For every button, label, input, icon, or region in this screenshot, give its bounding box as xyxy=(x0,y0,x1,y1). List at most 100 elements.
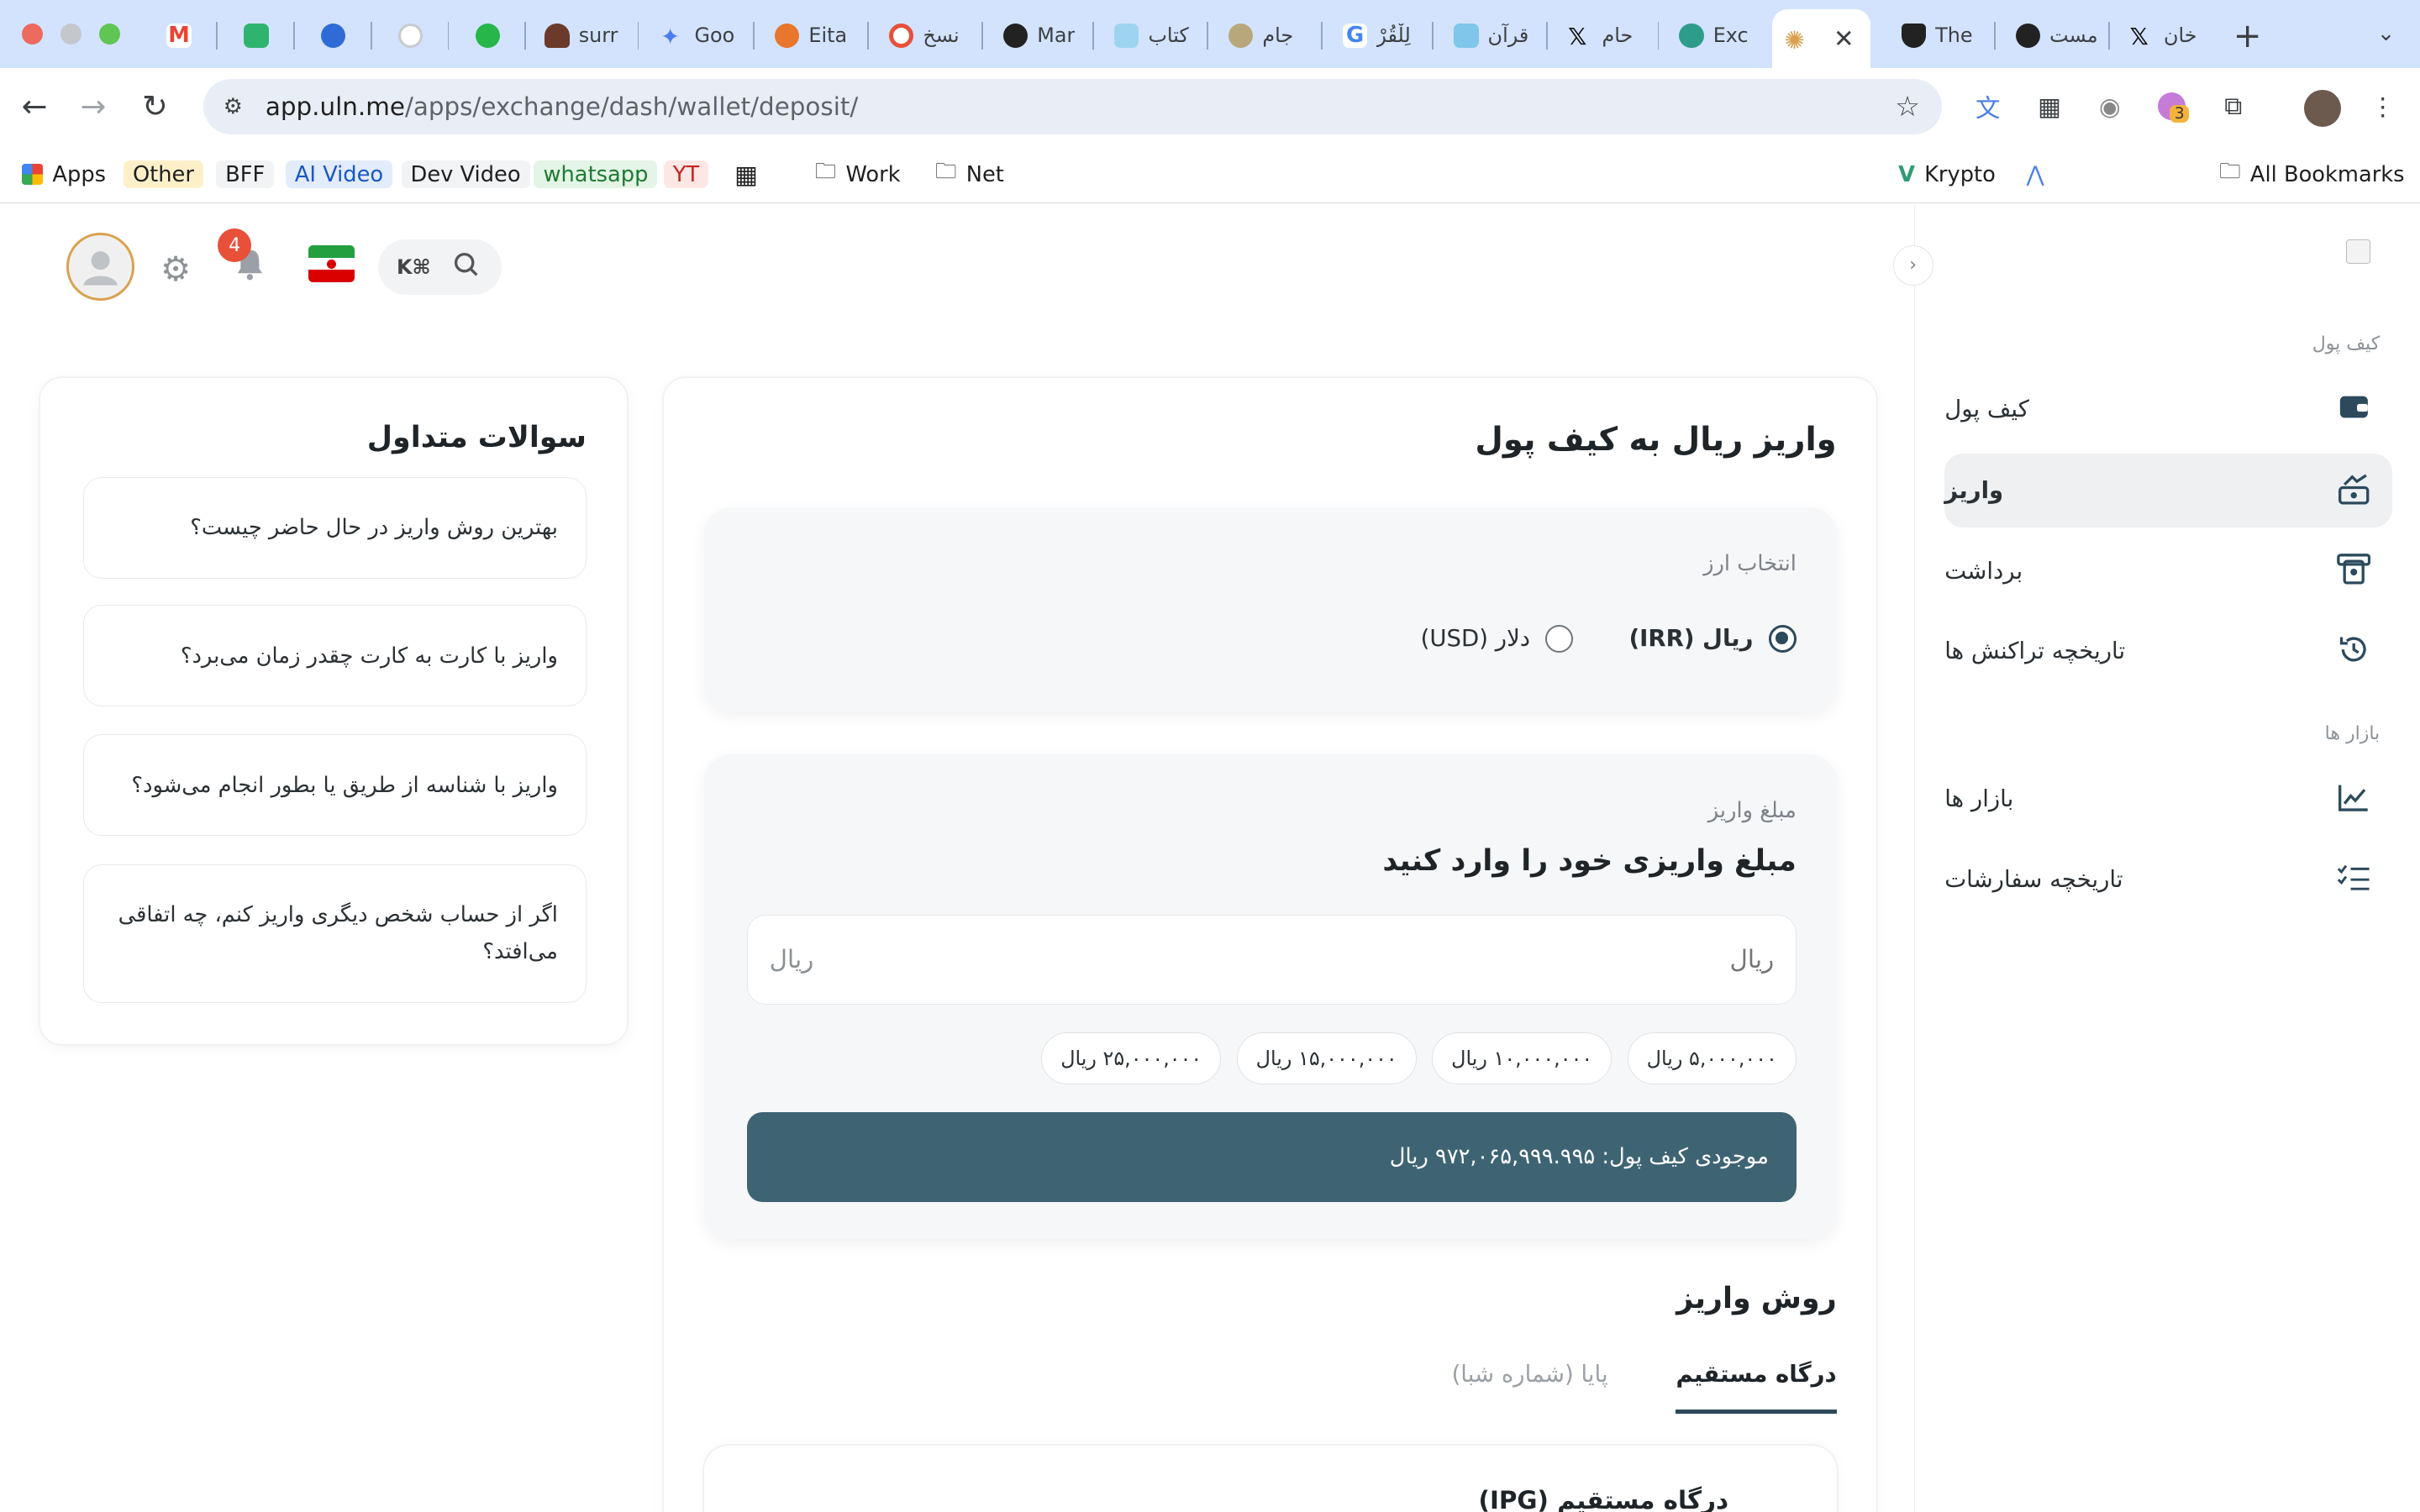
tab-search-chevron-icon[interactable]: ⌄ xyxy=(2365,13,2407,55)
preset-amount-button[interactable]: ۲۵,۰۰۰,۰۰۰ ریال xyxy=(1041,1032,1222,1085)
bookmark-yt[interactable]: YT xyxy=(663,159,709,190)
browser-tab[interactable]: G لِلْقُرْ xyxy=(1330,15,1429,55)
sidebar-item-transaction-history[interactable]: تاریخچه تراکنش ها xyxy=(1944,614,2392,688)
search-button[interactable]: K⌘ xyxy=(377,239,502,295)
grid-icon: ▦ xyxy=(734,160,759,189)
whatsapp-icon xyxy=(475,23,501,48)
search-shortcut: K⌘ xyxy=(397,255,431,279)
preset-amount-button[interactable]: ۱۰,۰۰۰,۰۰۰ ریال xyxy=(1432,1032,1612,1085)
browser-tab[interactable]: surr xyxy=(533,15,632,55)
new-tab-button[interactable]: + xyxy=(2233,15,2262,55)
browser-tab[interactable]: جام xyxy=(1216,15,1315,55)
browser-tab[interactable]: قرآن xyxy=(1441,15,1540,55)
bookmark-krypto[interactable]: V Krypto xyxy=(1898,159,1996,190)
qr-code-icon[interactable]: ▦ xyxy=(2033,90,2066,123)
currency-radio-group: ریال (IRR) دلار (USD) xyxy=(1421,624,1797,653)
preset-amount-button[interactable]: ۱۵,۰۰۰,۰۰۰ ریال xyxy=(1236,1032,1417,1085)
bookmark-apps[interactable]: Apps xyxy=(21,159,106,190)
forward-arrow-icon[interactable]: → xyxy=(81,88,107,124)
browser-tab[interactable]: Eita xyxy=(762,15,861,55)
tab-direct-gateway[interactable]: درگاه مستقیم xyxy=(1676,1361,1837,1414)
sidebar-item-deposit[interactable]: واریز xyxy=(1944,453,2392,528)
all-bookmarks[interactable]: 🗀 All Bookmarks xyxy=(2219,159,2404,190)
browser-tab[interactable]: 𝕏 حام xyxy=(1555,15,1655,55)
book-icon xyxy=(1002,23,1028,48)
browser-tab[interactable]: کتاب xyxy=(1102,15,1201,55)
close-window-button[interactable] xyxy=(21,23,44,45)
amount-field[interactable]: ریال xyxy=(746,915,1797,1005)
sidebar-item-wallet[interactable]: کیف پول xyxy=(1944,372,2392,446)
close-tab-icon[interactable]: ✕ xyxy=(1833,24,1854,53)
bookmark-folder-net[interactable]: 🗀 Net xyxy=(935,159,1004,190)
browser-tab[interactable]: ✦ Goo xyxy=(648,15,747,55)
openai-icon xyxy=(397,23,424,48)
preset-amount-button[interactable]: ۵,۰۰۰,۰۰۰ ریال xyxy=(1627,1032,1797,1085)
gmail-icon: M xyxy=(166,23,192,49)
ipg-title: درگاه مستقیم (IPG) xyxy=(1478,1485,1729,1512)
address-bar[interactable]: ⚙ app.uln.me/apps/exchange/dash/wallet/d… xyxy=(203,78,1942,134)
bookmark-other[interactable]: Other xyxy=(123,159,203,190)
app-logo xyxy=(2345,239,2371,265)
bookmark-whatsapp[interactable]: whatsapp xyxy=(534,159,658,190)
browser-tab[interactable]: Exc xyxy=(1667,15,1766,55)
url-text[interactable]: app.uln.me/apps/exchange/dash/wallet/dep… xyxy=(266,92,858,121)
browser-tab-active[interactable]: ✺ ✕ xyxy=(1771,9,1871,68)
x-icon: 𝕏 xyxy=(1568,23,1587,50)
iran-flag-icon[interactable] xyxy=(308,245,355,283)
bookmark-dev-video[interactable]: Dev Video xyxy=(401,159,530,190)
gemini-icon: ✦ xyxy=(660,23,681,50)
sidebar-item-markets[interactable]: بازار ها xyxy=(1944,762,2392,836)
amount-input[interactable] xyxy=(909,945,1775,974)
back-arrow-icon[interactable]: ← xyxy=(22,88,48,124)
extensions-puzzle-icon[interactable]: ⧉ xyxy=(2217,90,2250,123)
profile-avatar[interactable] xyxy=(2304,89,2342,127)
sidebar-collapse-chevron-icon[interactable]: › xyxy=(1892,245,1933,286)
wallet-icon xyxy=(2337,391,2370,424)
faq-item[interactable]: واریز با شناسه از طریق یا بطور انجام می‌… xyxy=(83,734,587,837)
browser-menu-icon[interactable]: ⋮ xyxy=(2366,90,2400,123)
eitaa-icon xyxy=(775,23,800,48)
extension-badge-icon[interactable]: 3 xyxy=(2154,90,2190,123)
bookmark-bff[interactable]: BFF xyxy=(216,159,275,190)
settings-gear-icon[interactable]: ⚙ xyxy=(160,249,191,289)
maximize-window-button[interactable] xyxy=(98,23,121,45)
browser-tab[interactable]: مست xyxy=(2003,15,2102,55)
site-settings-icon[interactable]: ⚙ xyxy=(219,92,247,120)
faq-item[interactable]: اگر از حساب شخص دیگری واریز کنم، چه اتفا… xyxy=(83,864,587,1003)
sidebar-item-withdraw[interactable]: برداشت xyxy=(1944,533,2392,607)
browser-tab[interactable]: Mar xyxy=(991,15,1090,55)
user-avatar[interactable] xyxy=(66,233,134,302)
bookmark-star-icon[interactable]: ☆ xyxy=(1895,90,1920,123)
sidebar: › کیف پول کیف پول واریز برداشت تاریخچه ت… xyxy=(1892,205,2420,1512)
deposit-card: واریز ریال به کیف پول انتخاب ارز ریال (I… xyxy=(663,377,1877,1512)
bookmark-grid[interactable]: ▦ xyxy=(734,159,758,190)
camera-icon[interactable]: ◉ xyxy=(2093,90,2127,123)
faq-item[interactable]: واریز با کارت به کارت چقدر زمان می‌برد؟ xyxy=(83,604,587,707)
bookmark-folder-work[interactable]: 🗀 Work xyxy=(815,159,901,190)
currency-panel: انتخاب ارز ریال (IRR) دلار (USD) xyxy=(703,507,1837,711)
faq-item[interactable]: بهترین روش واریز در حال حاضر چیست؟ xyxy=(83,476,587,579)
minimize-window-button[interactable] xyxy=(60,23,82,45)
currency-radio-irr[interactable]: ریال (IRR) xyxy=(1629,624,1797,653)
amount-presets: ۵,۰۰۰,۰۰۰ ریال ۱۰,۰۰۰,۰۰۰ ریال ۱۵,۰۰۰,۰۰… xyxy=(1041,1032,1797,1085)
tab-paya-sheba[interactable]: پایا (شماره شبا) xyxy=(1452,1361,1608,1414)
currency-radio-usd[interactable]: دلار (USD) xyxy=(1421,624,1574,653)
search-icon xyxy=(452,250,480,284)
exchange-icon xyxy=(1679,23,1704,48)
translate-icon[interactable]: 文 xyxy=(1970,90,2004,123)
shield-check-icon xyxy=(244,23,269,48)
wallet-balance-banner: موجودی کیف پول: ۹۷۲,۰۶۵,۹۹۹.۹۹۵ ریال xyxy=(746,1112,1797,1202)
browser-tab[interactable]: نسخ xyxy=(876,15,976,55)
hat-icon xyxy=(544,23,570,48)
arc-icon[interactable]: ⋀ xyxy=(2027,159,2044,190)
browser-tab[interactable]: 𝕏 خان xyxy=(2118,15,2217,55)
faq-card: سوالات متداول بهترین روش واریز در حال حا… xyxy=(39,377,627,1045)
sidebar-section-wallet: کیف پول xyxy=(2312,333,2381,354)
bookmark-ai-video[interactable]: AI Video xyxy=(285,159,393,190)
user-silhouette-icon xyxy=(83,251,118,286)
chat-bubble-icon xyxy=(321,23,346,48)
sidebar-item-order-history[interactable]: تاریخچه سفارشات xyxy=(1944,843,2392,916)
reload-icon[interactable]: ↻ xyxy=(142,88,168,124)
amount-heading: مبلغ واریزی خود را وارد کنید xyxy=(1382,843,1797,878)
browser-tab[interactable]: The xyxy=(1889,15,1988,55)
